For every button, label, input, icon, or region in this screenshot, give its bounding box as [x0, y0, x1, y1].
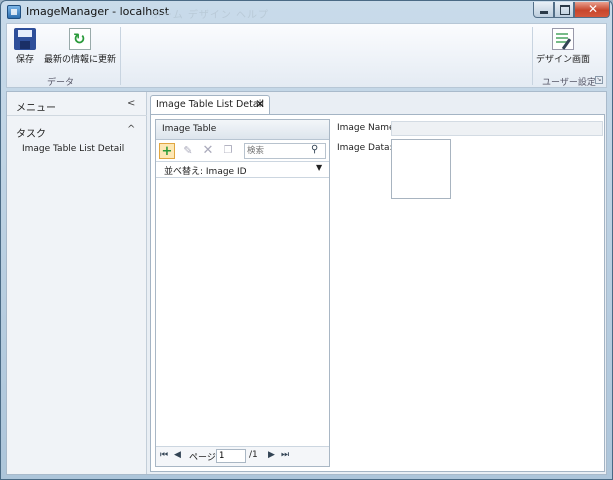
plus-icon: +: [161, 144, 173, 159]
add-button[interactable]: +: [159, 143, 175, 159]
design-label: デザイン画面: [535, 55, 590, 65]
next-page-icon[interactable]: ▶: [268, 450, 275, 460]
title-ghost-text: ホーム デザイン ヘルプ: [151, 10, 270, 21]
group-label-user: ユーザー設定: [542, 78, 596, 88]
close-icon: ✕: [588, 2, 599, 16]
save-button[interactable]: 保存: [10, 28, 40, 65]
tab-close-icon[interactable]: ✕: [255, 97, 265, 111]
list-toolbar: + ✎ ✕ ❐ ⚲: [156, 140, 329, 162]
copy-button[interactable]: ❐: [220, 143, 236, 159]
last-page-icon[interactable]: ⏭: [281, 450, 289, 460]
design-icon: [552, 28, 574, 50]
pager: ⏮ ◀ ページ /1 ▶ ⏭: [156, 446, 329, 466]
refresh-icon: [69, 28, 91, 50]
minimize-button[interactable]: [533, 2, 554, 18]
app-window: ImageManager - localhost ホーム デザイン ヘルプ ✕ …: [0, 0, 613, 480]
ribbon: 保存 最新の情報に更新 データ デザイン画面 ユーザー設定 ↘: [6, 23, 607, 88]
tab-image-table-list-detail[interactable]: Image Table List Detail ✕: [150, 95, 270, 114]
sidebar: メニュー < タスク ^ Image Table List Detail: [7, 92, 147, 474]
sidebar-task-header[interactable]: タスク ^: [7, 120, 147, 142]
close-window-button[interactable]: ✕: [574, 2, 610, 18]
refresh-label: 最新の情報に更新: [43, 55, 116, 65]
image-name-field[interactable]: [391, 121, 603, 136]
delete-icon: ✕: [202, 143, 214, 158]
design-screen-button[interactable]: デザイン画面: [535, 28, 591, 65]
maximize-button[interactable]: [554, 2, 574, 18]
detail-panel: Image Name: Image Data:: [337, 119, 603, 269]
title-bar[interactable]: ImageManager - localhost ホーム デザイン ヘルプ ✕: [1, 1, 612, 23]
chevron-up-icon[interactable]: ^: [127, 124, 135, 135]
image-data-label: Image Data:: [337, 143, 393, 153]
image-name-label: Image Name:: [337, 123, 398, 133]
search-input[interactable]: [247, 145, 309, 157]
save-label: 保存: [15, 55, 34, 65]
image-table-list: Image Table + ✎ ✕ ❐ ⚲ 並べ替え: Image ID ▼: [155, 119, 330, 467]
pencil-icon: ✎: [183, 144, 193, 157]
group-label-data: データ: [47, 78, 75, 88]
chevron-left-icon[interactable]: <: [127, 98, 135, 109]
sidebar-item-image-table-list-detail[interactable]: Image Table List Detail: [22, 144, 124, 154]
app-icon: [7, 5, 21, 19]
search-box: ⚲: [244, 143, 326, 159]
save-icon: [14, 28, 36, 50]
window-title: ImageManager - localhost: [26, 5, 170, 18]
main-content: メニュー < タスク ^ Image Table List Detail Ima…: [6, 91, 607, 475]
first-page-icon[interactable]: ⏮: [160, 450, 168, 460]
task-label: タスク: [16, 129, 46, 140]
delete-button[interactable]: ✕: [200, 143, 216, 159]
list-header: Image Table: [156, 120, 329, 140]
menu-label: メニュー: [16, 103, 56, 114]
group-divider: [120, 27, 121, 85]
page-number-input[interactable]: [216, 449, 246, 463]
page-label: ページ: [189, 453, 216, 463]
search-icon[interactable]: ⚲: [311, 144, 318, 155]
sort-label: 並べ替え: Image ID: [164, 167, 247, 177]
copy-icon: ❐: [223, 145, 233, 156]
document-area: Image Table + ✎ ✕ ❐ ⚲ 並べ替え: Image ID ▼: [150, 114, 605, 472]
page-total: /1: [249, 450, 258, 460]
sort-selector[interactable]: 並べ替え: Image ID ▼: [156, 162, 329, 178]
refresh-button[interactable]: 最新の情報に更新: [43, 28, 117, 65]
edit-button[interactable]: ✎: [180, 143, 196, 159]
dropdown-arrow-icon[interactable]: ▼: [316, 163, 322, 172]
dialog-launcher-icon[interactable]: ↘: [595, 76, 603, 84]
tab-label: Image Table List Detail: [156, 99, 264, 110]
sidebar-menu-header[interactable]: メニュー <: [7, 94, 147, 116]
prev-page-icon[interactable]: ◀: [174, 450, 181, 460]
image-data-box[interactable]: [391, 139, 451, 199]
group-divider: [532, 27, 533, 85]
list-title: Image Table: [162, 124, 217, 134]
